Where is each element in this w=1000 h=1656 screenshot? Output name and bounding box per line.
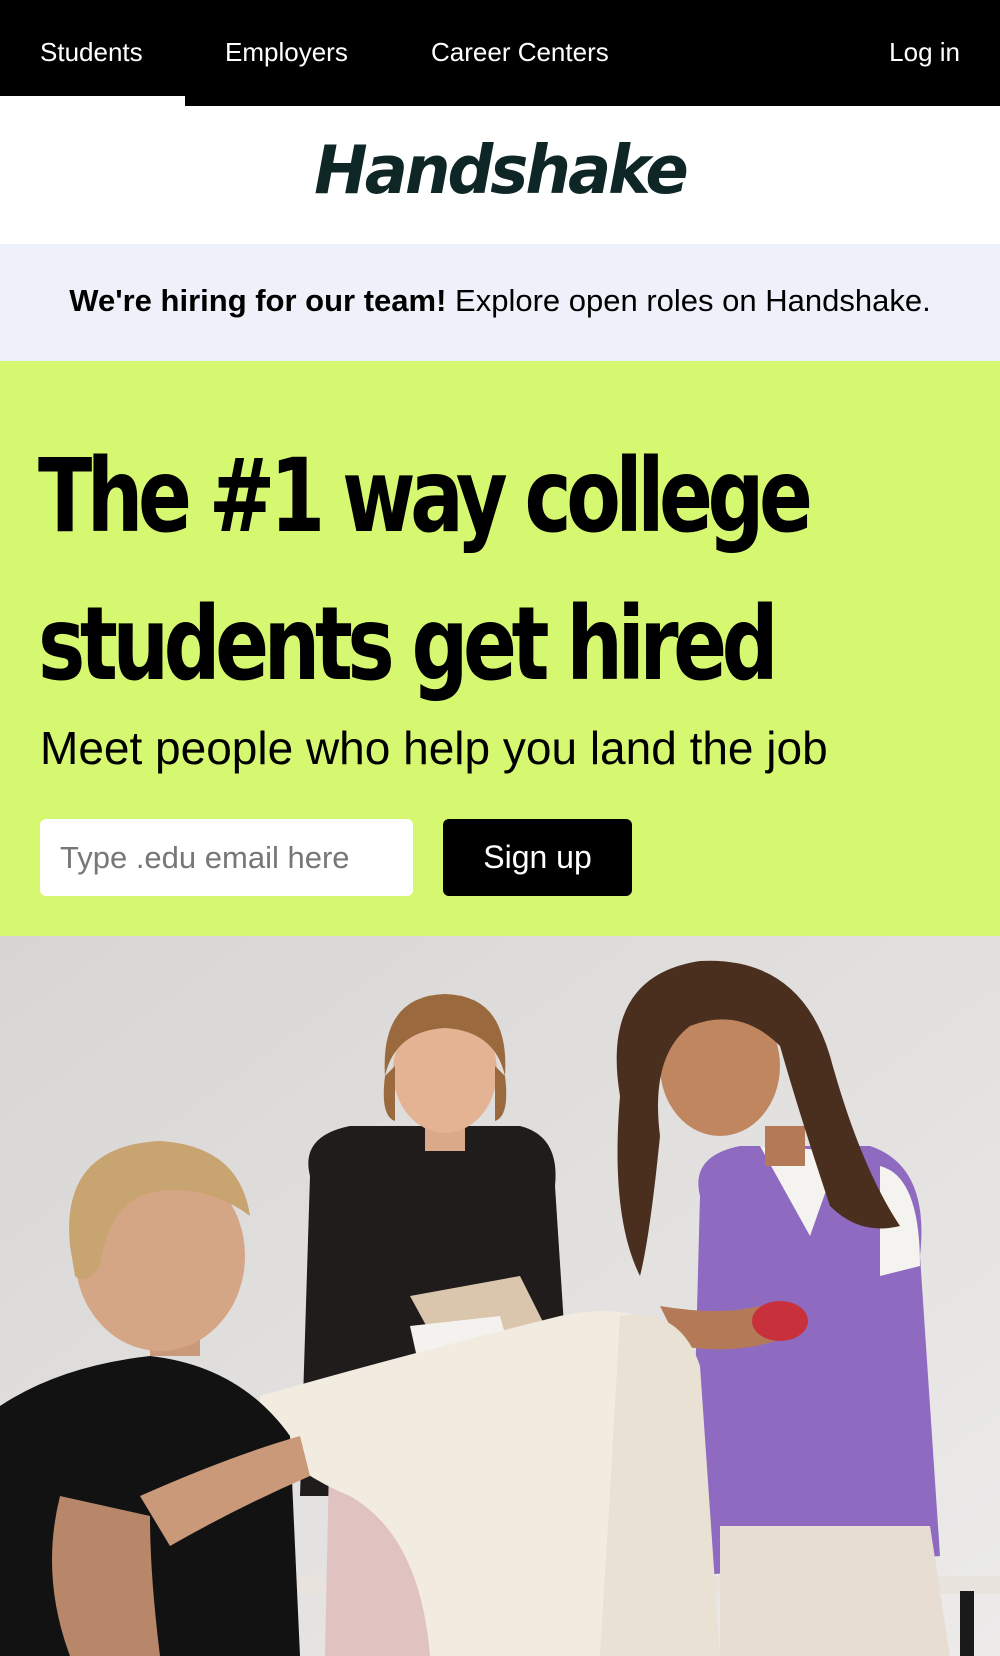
hero-section: The #1 way college students get hired Me… [0,361,1000,936]
top-nav: Students Employers Career Centers Log in [0,0,1000,106]
logo-header: Handshake [0,106,1000,244]
students-photo-illustration [0,936,1000,1656]
headline-line-2: students get hired [38,585,779,704]
hero-headline: The #1 way college students get hired [38,423,935,719]
nav-students[interactable]: Students [0,0,185,106]
hiring-banner: We're hiring for our team! Explore open … [0,244,1000,361]
headline-line-1: The #1 way college [38,437,813,556]
hero-subheadline: Meet people who help you land the job [40,722,828,774]
login-link[interactable]: Log in [889,0,960,106]
handshake-logo[interactable]: Handshake [0,132,1000,210]
banner-bold-text: We're hiring for our team! [69,283,447,318]
nav-career-centers[interactable]: Career Centers [431,0,609,106]
nav-employers[interactable]: Employers [225,0,348,106]
signup-button[interactable]: Sign up [443,819,632,896]
edu-email-input[interactable] [40,819,413,896]
hiring-banner-link[interactable]: We're hiring for our team! Explore open … [0,283,1000,319]
banner-text: Explore open roles on Handshake. [455,283,931,318]
nav-active-indicator [0,96,185,106]
hero-photo [0,936,1000,1656]
